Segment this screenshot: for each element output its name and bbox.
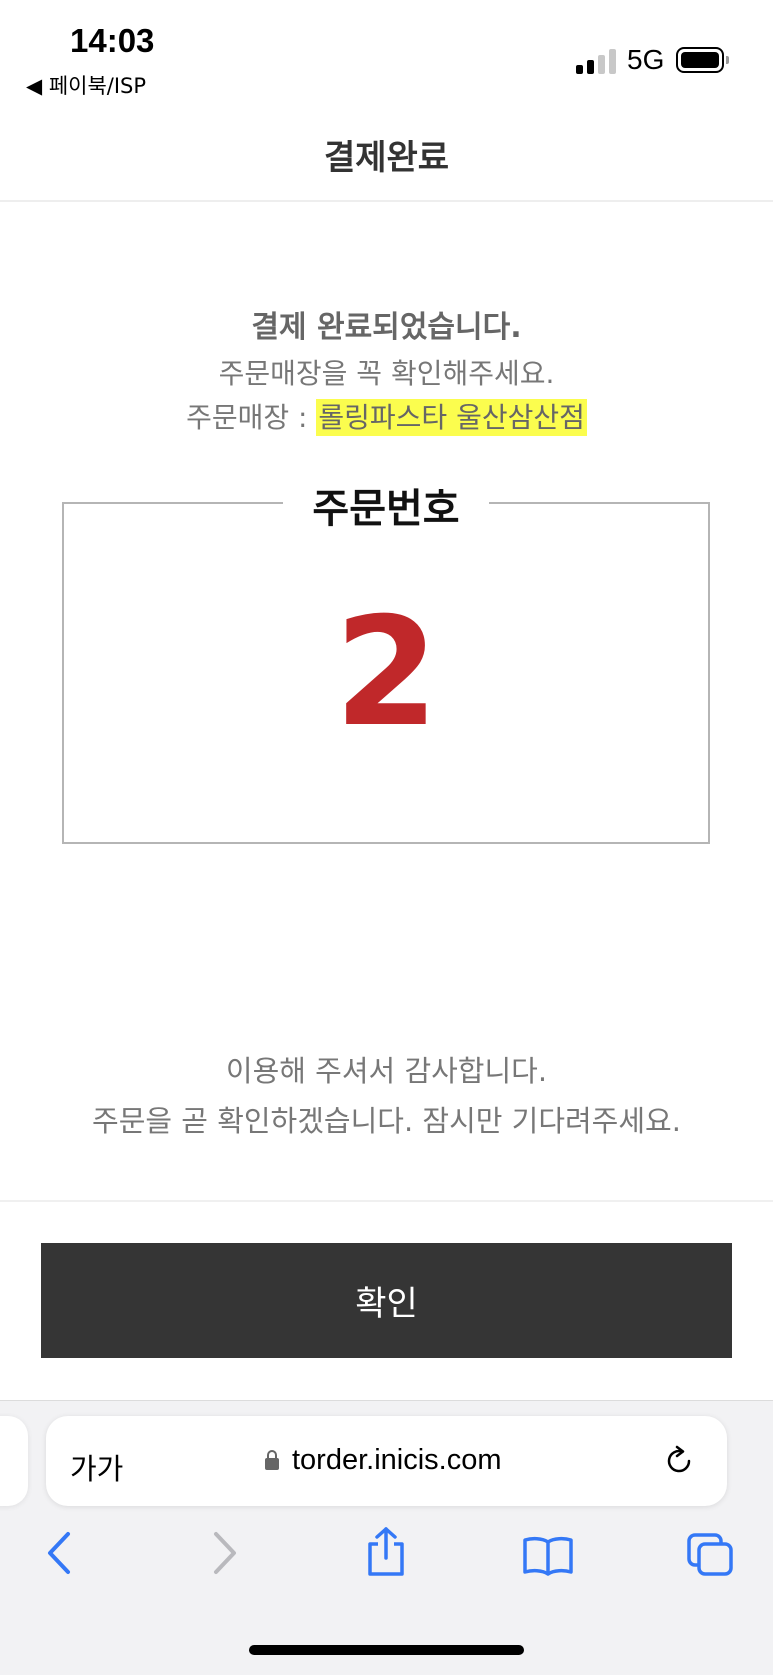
battery-icon	[676, 47, 729, 73]
wait-message: 주문을 곧 확인하겠습니다. 잠시만 기다려주세요.	[92, 1104, 681, 1138]
page-header: 결제완료	[0, 108, 773, 202]
chevron-right-icon[interactable]	[208, 1530, 240, 1576]
reload-icon[interactable]	[662, 1444, 696, 1478]
previous-tab-preview[interactable]	[0, 1416, 28, 1506]
home-indicator	[249, 1645, 524, 1655]
check-store-message: 주문매장을 꼭 확인해주세요.	[218, 357, 555, 390]
store-name: 롤링파스타 울산삼산점	[316, 399, 587, 436]
store-label: 주문매장 :	[186, 401, 317, 434]
text-size-button[interactable]: 가가	[70, 1446, 123, 1488]
book-icon[interactable]	[522, 1536, 574, 1576]
confirm-button[interactable]: 확인	[41, 1243, 732, 1358]
status-bar: 14:03 ◀ 페이북/ISP 5G	[0, 0, 773, 108]
url-text[interactable]: torder.inicis.com	[292, 1444, 502, 1477]
share-icon[interactable]	[364, 1526, 408, 1578]
status-time: 14:03	[70, 22, 155, 59]
store-line: 주문매장 : 롤링파스타 울산삼산점	[0, 396, 773, 436]
network-type: 5G	[627, 44, 665, 75]
thanks-message: 이용해 주셔서 감사합니다.	[225, 1054, 548, 1088]
chevron-left-icon[interactable]	[44, 1530, 76, 1576]
order-number: 2	[334, 586, 439, 760]
tabs-icon[interactable]	[686, 1532, 734, 1578]
page-title: 결제완료	[323, 138, 450, 178]
payment-complete-message: 결제 완료되었습니다.	[251, 310, 522, 345]
signal-icon	[576, 48, 618, 74]
back-to-app-link[interactable]: ◀ 페이북/ISP	[26, 70, 146, 100]
divider	[0, 1200, 773, 1202]
order-number-label: 주문번호	[283, 476, 489, 534]
lock-icon	[265, 1450, 279, 1470]
